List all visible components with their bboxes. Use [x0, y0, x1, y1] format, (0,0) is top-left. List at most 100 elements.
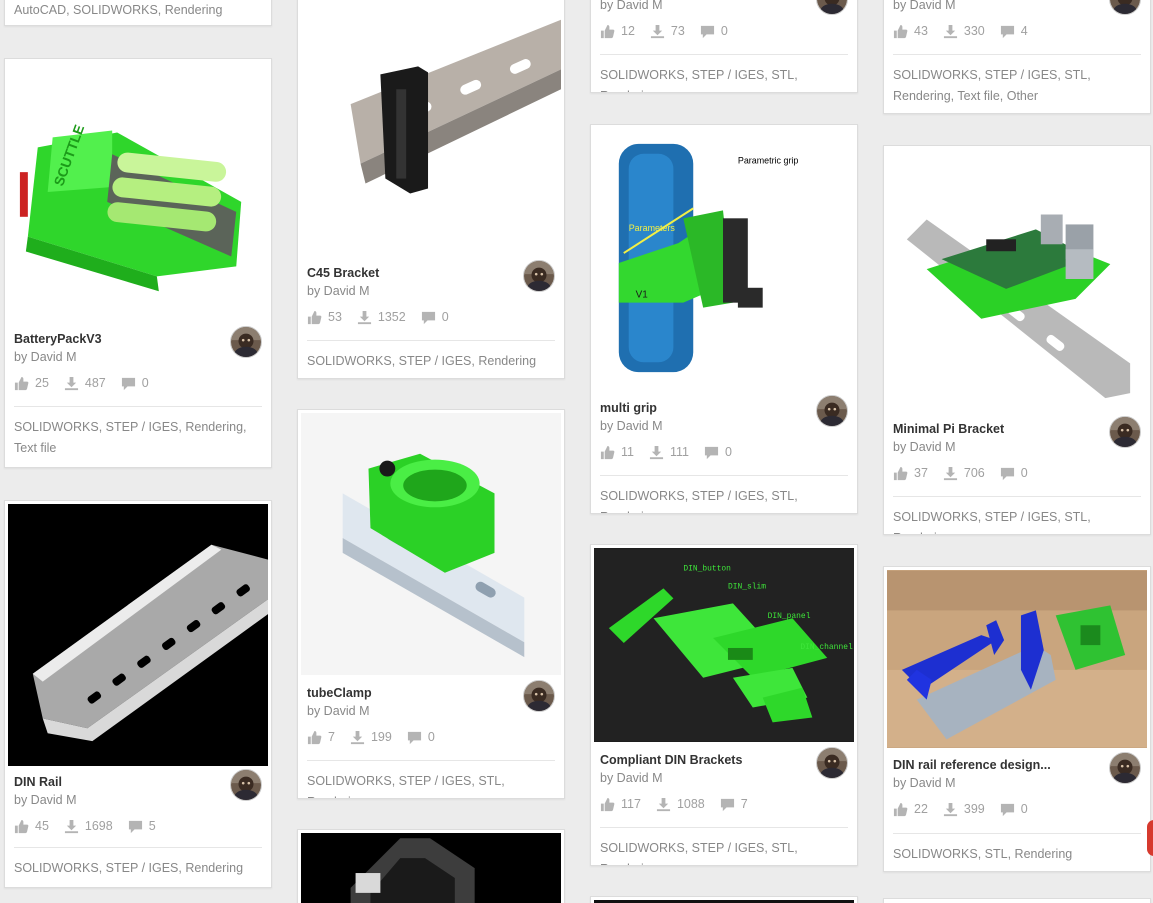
model-card[interactable]: SCUTTLE BatteryPackV3 by David M 25 487 …: [4, 58, 272, 468]
model-author[interactable]: by David M: [600, 770, 848, 786]
model-card[interactable]: by David M 43 330 4 SOLIDWORKS, STEP / I…: [883, 0, 1151, 114]
din-image-label: DIN_panel: [768, 612, 811, 621]
comment-count: 5: [148, 819, 156, 833]
comment-icon[interactable]: [421, 310, 436, 325]
model-title[interactable]: DIN rail reference design...: [893, 758, 1093, 773]
model-author[interactable]: by David M: [307, 703, 555, 719]
thumbs-up-icon[interactable]: [14, 819, 29, 834]
comment-icon[interactable]: [700, 24, 715, 39]
feedback-tab[interactable]: [1147, 820, 1153, 856]
comment-icon[interactable]: [1000, 466, 1015, 481]
model-title[interactable]: DIN Rail: [14, 775, 214, 790]
model-tags: SOLIDWORKS, STL, Rendering: [893, 833, 1141, 865]
model-title[interactable]: C45 Bracket: [307, 266, 507, 281]
comment-icon[interactable]: [128, 819, 143, 834]
model-tags: SOLIDWORKS, STEP / IGES, STL, Rendering: [600, 475, 848, 513]
model-card[interactable]: [590, 896, 858, 903]
model-thumbnail[interactable]: [301, 0, 561, 249]
model-thumbnail[interactable]: [301, 833, 561, 903]
model-title[interactable]: Compliant DIN Brackets: [600, 753, 800, 768]
thumbs-up-icon[interactable]: [600, 24, 615, 39]
model-tags: SOLIDWORKS, STEP / IGES, STL, Rendering: [893, 496, 1141, 534]
model-author[interactable]: by David M: [307, 283, 555, 299]
like-count: 25: [35, 376, 49, 390]
thumbs-up-icon[interactable]: [600, 445, 615, 460]
author-avatar[interactable]: [1109, 752, 1141, 784]
thumbs-up-icon[interactable]: [893, 802, 908, 817]
model-card[interactable]: Minimal Pi Bracket by David M 37 706 0 S…: [883, 145, 1151, 535]
author-avatar[interactable]: [816, 395, 848, 427]
author-avatar[interactable]: [816, 747, 848, 779]
model-thumbnail[interactable]: DIN_button DIN_slim DIN_panel DIN_channe…: [594, 548, 854, 742]
model-author[interactable]: by David M: [14, 349, 262, 365]
model-card[interactable]: DIN_button DIN_slim DIN_panel DIN_channe…: [590, 544, 858, 866]
author-avatar[interactable]: [230, 769, 262, 801]
model-author[interactable]: by David M: [893, 775, 1141, 791]
download-icon[interactable]: [64, 819, 79, 834]
model-card[interactable]: C45 Bracket by David M 53 1352 0 SOLIDWO…: [297, 0, 565, 379]
comment-icon[interactable]: [720, 797, 735, 812]
thumbs-up-icon[interactable]: [307, 310, 322, 325]
author-avatar[interactable]: [523, 680, 555, 712]
comment-count: 4: [1020, 24, 1028, 38]
model-card[interactable]: DIN Rail by David M 45 1698 5 SOLIDWORKS…: [4, 500, 272, 888]
thumbs-up-icon[interactable]: [893, 466, 908, 481]
model-thumbnail[interactable]: Parametric grip Parameters V1: [594, 128, 854, 390]
download-icon[interactable]: [350, 730, 365, 745]
model-title[interactable]: Minimal Pi Bracket: [893, 422, 1093, 437]
comment-count: 0: [725, 445, 732, 459]
comment-icon[interactable]: [407, 730, 422, 745]
author-avatar[interactable]: [523, 260, 555, 292]
download-icon[interactable]: [64, 376, 79, 391]
comment-count: 0: [720, 24, 728, 38]
comment-icon[interactable]: [121, 376, 136, 391]
model-card[interactable]: Parametric grip Parameters V1 multi grip…: [590, 124, 858, 514]
model-author[interactable]: by David M: [14, 792, 262, 808]
download-icon[interactable]: [650, 24, 665, 39]
download-count: 330: [963, 24, 985, 38]
model-thumbnail[interactable]: [8, 504, 268, 766]
author-avatar[interactable]: [1109, 416, 1141, 448]
download-count: 1088: [676, 797, 705, 811]
model-title[interactable]: tubeClamp: [307, 686, 507, 701]
download-icon[interactable]: [649, 445, 664, 460]
model-thumbnail[interactable]: [887, 570, 1147, 748]
comment-icon[interactable]: [1000, 802, 1015, 817]
model-author[interactable]: by David M: [893, 439, 1141, 455]
download-icon[interactable]: [656, 797, 671, 812]
download-icon[interactable]: [357, 310, 372, 325]
model-card[interactable]: AutoCAD, SOLIDWORKS, Rendering: [4, 0, 272, 26]
thumbs-up-icon[interactable]: [893, 24, 908, 39]
download-count: 1698: [84, 819, 113, 833]
thumbs-up-icon[interactable]: [14, 376, 29, 391]
grip-image-version: V1: [636, 290, 649, 301]
comment-icon[interactable]: [1000, 24, 1015, 39]
model-card[interactable]: by David M 12 73 0 SOLIDWORKS, STEP / IG…: [590, 0, 858, 93]
comment-icon[interactable]: [704, 445, 719, 460]
thumbs-up-icon[interactable]: [600, 797, 615, 812]
model-title[interactable]: BatteryPackV3: [14, 332, 214, 347]
thumbs-up-icon[interactable]: [307, 730, 322, 745]
model-card[interactable]: DIN rail reference design... by David M …: [883, 566, 1151, 872]
model-thumbnail[interactable]: SCUTTLE: [8, 62, 268, 320]
author-avatar[interactable]: [230, 326, 262, 358]
model-thumbnail[interactable]: [887, 149, 1147, 411]
download-icon[interactable]: [943, 802, 958, 817]
din-image-label: DIN_channel: [800, 643, 853, 652]
model-author[interactable]: by David M: [600, 0, 848, 13]
model-card[interactable]: tubeClamp by David M 7 199 0 SOLIDWORKS,…: [297, 409, 565, 799]
model-card[interactable]: [297, 829, 565, 903]
like-count: 7: [328, 730, 335, 744]
model-author[interactable]: by David M: [600, 418, 848, 434]
comment-count: 0: [427, 730, 435, 744]
comment-count: 0: [1020, 466, 1028, 480]
download-icon[interactable]: [943, 466, 958, 481]
download-count: 706: [963, 466, 985, 480]
model-author[interactable]: by David M: [893, 0, 1141, 13]
model-title[interactable]: multi grip: [600, 401, 800, 416]
model-thumbnail[interactable]: [301, 413, 561, 675]
download-icon[interactable]: [943, 24, 958, 39]
model-tags: SOLIDWORKS, STEP / IGES, STL, Rendering: [600, 54, 848, 92]
model-card[interactable]: [883, 898, 1151, 903]
like-count: 53: [328, 310, 342, 324]
